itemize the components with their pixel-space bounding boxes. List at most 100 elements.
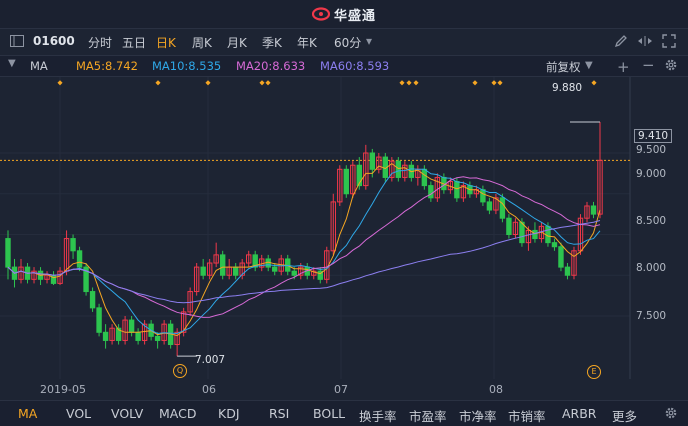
brand-name: 华盛通: [334, 8, 377, 24]
indicator-tab-pb[interactable]: 市净率: [459, 406, 497, 425]
tab-five-day[interactable]: 五日: [122, 34, 146, 51]
current-price-tag: 9.410: [634, 129, 673, 143]
candle-body: [135, 331, 141, 341]
indicator-tab-volv[interactable]: VOLV: [111, 406, 143, 421]
candle-body: [421, 168, 428, 187]
indicator-tab-arbr[interactable]: ARBR: [562, 406, 597, 421]
ma-label[interactable]: MA: [30, 59, 48, 73]
add-indicator-icon[interactable]: +: [617, 58, 630, 76]
indicator-tab-macd[interactable]: MACD: [159, 406, 196, 421]
candle-body: [499, 197, 506, 219]
kline-chart-svg[interactable]: [0, 77, 688, 379]
candle-body: [102, 331, 109, 341]
remove-indicator-icon[interactable]: −: [642, 56, 655, 74]
tab-yearly-k[interactable]: 年K: [297, 34, 317, 51]
indicator-settings-gear-icon[interactable]: [664, 406, 678, 423]
candle-body: [486, 201, 493, 211]
event-diamond-marker: [497, 80, 503, 86]
event-diamond-marker: [265, 80, 271, 86]
fullscreen-icon[interactable]: [662, 34, 676, 51]
candle-body: [76, 250, 83, 268]
candle-body: [545, 225, 551, 244]
x-label-jun: 06: [202, 383, 216, 396]
indicator-tab-more[interactable]: 更多: [612, 406, 637, 425]
indicator-tab-pe[interactable]: 市盈率: [409, 406, 447, 425]
event-diamond-marker: [205, 80, 211, 86]
indicator-tab-boll[interactable]: BOLL: [313, 406, 345, 421]
indicator-tab-vol[interactable]: VOL: [66, 406, 91, 421]
x-axis: 2019-05 06 07 08: [0, 381, 688, 399]
event-diamond-marker: [155, 80, 161, 86]
candle-body: [272, 266, 278, 272]
candle-body: [558, 246, 564, 268]
candle-body: [200, 266, 206, 276]
candle-body: [395, 160, 402, 178]
brand: 华盛通: [312, 5, 377, 24]
tab-60min[interactable]: 60分: [334, 34, 361, 51]
tab-daily-k[interactable]: 日K: [156, 34, 176, 51]
draw-pencil-icon[interactable]: [614, 34, 628, 51]
low-price-label: 7.007: [195, 354, 226, 366]
ma20-value: MA20:8.633: [236, 59, 306, 73]
candle-body: [291, 270, 297, 276]
event-marker-q[interactable]: Q: [173, 364, 187, 378]
candle-body: [454, 181, 460, 199]
price-tick-7500: 7.500: [636, 310, 667, 322]
event-diamond-marker: [406, 80, 412, 86]
adjust-chevron-down-icon[interactable]: ▼: [585, 60, 593, 71]
price-tick-8000: 8.000: [636, 262, 667, 274]
candle-body: [70, 238, 76, 252]
candle-body: [590, 205, 597, 215]
ma20-line: [7, 176, 601, 318]
panel-toggle-icon[interactable]: [10, 35, 24, 50]
candle-body: [154, 335, 161, 341]
tab-weekly-k[interactable]: 周K: [192, 34, 212, 51]
title-bar: 华盛通: [0, 0, 688, 29]
ma10-value: MA10:8.535: [152, 59, 222, 73]
event-diamond-marker: [413, 80, 419, 86]
candle-body: [96, 307, 102, 333]
tab-monthly-k[interactable]: 月K: [227, 34, 247, 51]
indicator-tab-ma[interactable]: MA: [18, 406, 37, 421]
indicator-tab-rsi[interactable]: RSI: [269, 406, 289, 421]
tab-intraday[interactable]: 分时: [88, 34, 112, 51]
price-tick-9000: 9.000: [636, 168, 667, 180]
high-price-label: 9.880: [552, 82, 583, 94]
candle-body: [428, 185, 434, 199]
candle-body: [89, 291, 96, 309]
candle-body: [480, 189, 486, 203]
ma60-value: MA60:8.593: [320, 59, 390, 73]
indicator-tab-kdj[interactable]: KDJ: [218, 406, 240, 421]
indicator-tab-turnover[interactable]: 换手率: [359, 406, 397, 425]
stock-code: 01600: [33, 34, 75, 48]
event-diamond-marker: [491, 80, 497, 86]
price-tick-9500: 9.500: [636, 144, 667, 156]
price-tick-8500: 8.500: [636, 215, 667, 227]
event-diamond-marker: [591, 80, 597, 86]
x-label-may: 2019-05: [40, 383, 86, 396]
indicator-tab-ps[interactable]: 市销率: [508, 406, 546, 425]
candle-body: [5, 238, 11, 268]
adjust-mode-selector[interactable]: 前复权: [546, 59, 581, 75]
period-dropdown-chevron-icon[interactable]: ▾: [366, 34, 372, 48]
candle-body: [532, 229, 538, 240]
period-toolbar: 01600 分时 五日 日K 周K 月K 季K 年K 60分 ▾: [0, 29, 688, 56]
candle-body: [564, 266, 571, 276]
x-label-jul: 07: [334, 383, 348, 396]
event-diamond-marker: [472, 80, 478, 86]
event-marker-e[interactable]: E: [587, 365, 601, 379]
kline-chart[interactable]: [0, 77, 688, 379]
candle-body: [232, 266, 239, 276]
candle-body: [219, 254, 226, 276]
expand-arrows-icon[interactable]: [637, 34, 653, 51]
candle-body: [551, 242, 558, 248]
ma5-value: MA5:8.742: [76, 59, 138, 73]
candle-body: [369, 152, 376, 170]
tab-quarterly-k[interactable]: 季K: [262, 34, 282, 51]
gear-icon[interactable]: [664, 58, 678, 75]
ma-collapse-chevron-icon[interactable]: ▼: [8, 58, 16, 69]
event-diamond-marker: [259, 80, 265, 86]
event-diamond-marker: [399, 80, 405, 86]
event-diamond-marker: [57, 80, 63, 86]
indicator-tabs: MA VOL VOLV MACD KDJ RSI BOLL 换手率 市盈率 市净…: [0, 400, 688, 426]
